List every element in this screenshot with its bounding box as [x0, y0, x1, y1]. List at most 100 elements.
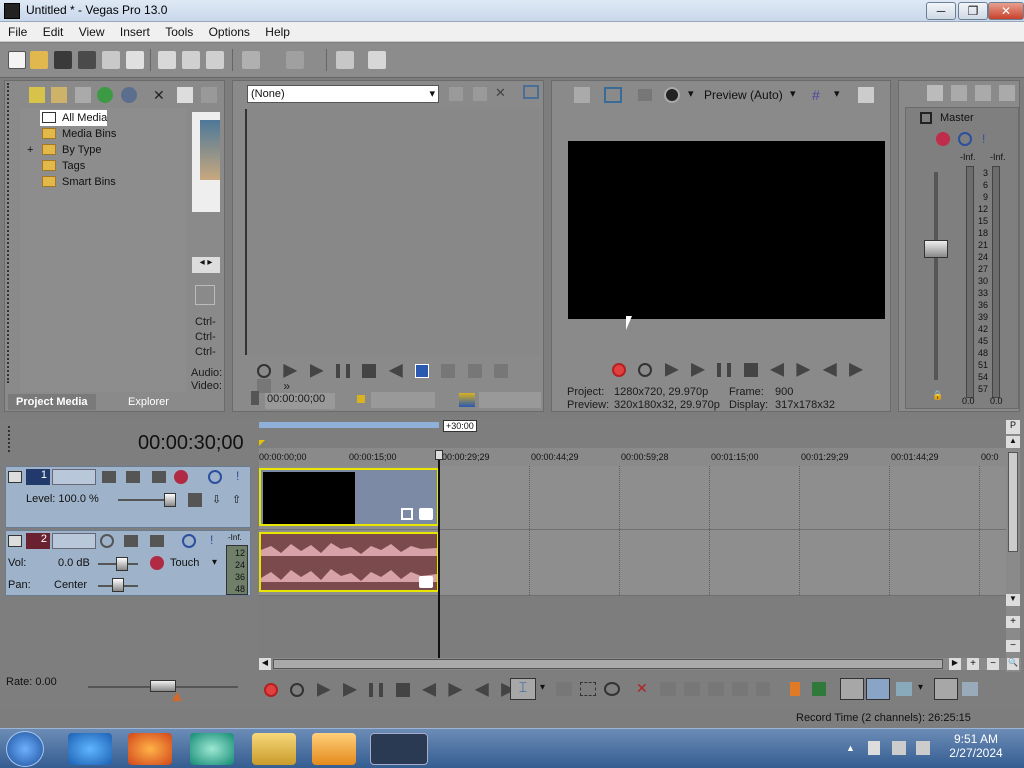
track-fx-icon[interactable]: [150, 556, 164, 570]
internet-explorer-icon[interactable]: [68, 733, 112, 765]
horizontal-scrollbar[interactable]: ◀ ▶ + − 🔍: [259, 658, 1021, 670]
stop-icon[interactable]: [395, 682, 410, 697]
delete-icon[interactable]: ✕: [636, 680, 648, 697]
mixer-properties-icon[interactable]: [927, 85, 943, 101]
trimmer-preset-dropdown[interactable]: (None) ▾: [247, 85, 439, 103]
edit-tool-icon[interactable]: [336, 51, 354, 69]
search-icon[interactable]: [121, 87, 137, 103]
pause-icon[interactable]: [369, 682, 384, 697]
track-fx-icon[interactable]: [174, 470, 188, 484]
go-to-start-icon[interactable]: [422, 682, 437, 697]
copy-snapshot-icon[interactable]: [858, 87, 874, 103]
composite-icon[interactable]: [188, 493, 202, 507]
lock-icon[interactable]: 🔒: [932, 390, 943, 401]
play-from-start-icon[interactable]: [283, 363, 298, 378]
start-button[interactable]: [6, 731, 44, 767]
composite-mode-icon[interactable]: [126, 471, 140, 483]
menu-help[interactable]: Help: [261, 22, 294, 40]
open-icon[interactable]: [30, 51, 48, 69]
mute-icon[interactable]: [958, 132, 972, 146]
undo-icon[interactable]: [242, 51, 260, 69]
network-icon[interactable]: [892, 741, 906, 755]
empty-timeline-area[interactable]: [259, 596, 1006, 658]
play-icon[interactable]: [343, 682, 358, 697]
scroll-left-icon[interactable]: ◀: [259, 658, 271, 670]
clear-icon[interactable]: ✕: [495, 85, 506, 101]
menu-insert[interactable]: Insert: [116, 22, 154, 40]
media-thumbnail-strip[interactable]: [192, 112, 220, 212]
menu-options[interactable]: Options: [205, 22, 254, 40]
play-icon[interactable]: [309, 363, 324, 378]
menu-edit[interactable]: Edit: [39, 22, 68, 40]
media-thumbnail[interactable]: [200, 120, 220, 180]
arrow-down-icon[interactable]: ⇩: [212, 493, 221, 506]
cut-icon[interactable]: [158, 51, 176, 69]
event-pan-crop-icon[interactable]: [401, 508, 413, 520]
zoom-in-vertical-icon[interactable]: +: [1006, 616, 1020, 628]
extract-audio-icon[interactable]: [75, 87, 91, 103]
scroll-down-icon[interactable]: ▼: [1006, 594, 1020, 606]
panel-grip[interactable]: [8, 426, 12, 452]
track-motion-icon[interactable]: [102, 471, 116, 483]
event-fx-icon[interactable]: [419, 576, 433, 588]
tree-item-smart-bins[interactable]: Smart Bins: [40, 174, 116, 190]
auto-crossfades-button[interactable]: [866, 678, 890, 700]
chevron-down-icon[interactable]: ▾: [790, 87, 796, 100]
loop-icon[interactable]: [290, 682, 305, 697]
preview-properties-icon[interactable]: [574, 87, 590, 103]
panel-grip[interactable]: [7, 83, 15, 383]
record-icon[interactable]: [612, 362, 626, 377]
capture-video-icon[interactable]: [51, 87, 67, 103]
lock-icon[interactable]: [756, 682, 770, 696]
ripple-edit-icon[interactable]: [896, 682, 912, 696]
file-explorer-icon[interactable]: [252, 733, 296, 765]
play-from-start-icon[interactable]: [664, 362, 679, 377]
vegas-pro-taskbar-icon[interactable]: [370, 733, 428, 765]
monitor-icon[interactable]: [523, 85, 539, 99]
record-icon[interactable]: [264, 682, 278, 697]
envelope-icon[interactable]: [150, 535, 164, 547]
video-track-lane[interactable]: [259, 466, 1006, 530]
maximize-button[interactable]: ❐: [958, 2, 988, 20]
previous-frame-icon[interactable]: [388, 363, 403, 378]
marker-flag-icon[interactable]: P: [1006, 420, 1020, 434]
media-properties-icon[interactable]: [177, 87, 193, 103]
next-frame-icon[interactable]: [849, 362, 864, 377]
pause-icon[interactable]: [717, 362, 732, 377]
pause-icon[interactable]: [336, 363, 351, 378]
import-media-icon[interactable]: [29, 87, 45, 103]
remove-icon[interactable]: ✕: [153, 87, 167, 103]
pan-slider-handle[interactable]: [112, 578, 124, 592]
video-track-header[interactable]: 1 ! Level: 100.0 % ⇩ ⇧: [5, 466, 251, 528]
tree-item-all-media[interactable]: All Media: [40, 110, 108, 126]
mute-icon[interactable]: [182, 534, 196, 548]
envelope-tool-icon[interactable]: [556, 682, 572, 696]
chat-app-icon[interactable]: [190, 733, 234, 765]
event-fx-icon[interactable]: [419, 508, 433, 520]
normal-edit-tool-button[interactable]: ⌶: [510, 678, 536, 700]
add-to-timeline-icon[interactable]: [449, 87, 463, 101]
add-to-timeline-button[interactable]: [415, 363, 430, 378]
play-icon[interactable]: [691, 362, 706, 377]
track-name-field[interactable]: [52, 533, 96, 549]
redo-icon[interactable]: [286, 51, 304, 69]
stop-icon[interactable]: [362, 363, 377, 378]
insert-region-icon[interactable]: [812, 682, 826, 696]
get-media-web-icon[interactable]: [97, 87, 113, 103]
external-monitor-icon[interactable]: [604, 87, 622, 103]
preview-screen[interactable]: [568, 141, 885, 319]
horizontal-scroll-thumb[interactable]: [273, 659, 943, 669]
audio-event[interactable]: [259, 532, 439, 592]
loop-icon[interactable]: [638, 362, 653, 377]
arrow-up-icon[interactable]: ⇧: [232, 493, 241, 506]
time-ruler[interactable]: 00:00:00;00 00:00:15;00 00:00:29;29 00:0…: [259, 448, 1006, 466]
trim-in-icon[interactable]: [441, 363, 456, 378]
master-fader-track[interactable]: [934, 172, 938, 380]
rate-slider-handle[interactable]: [150, 680, 176, 692]
zoom-out-vertical-icon[interactable]: −: [1006, 640, 1020, 652]
audio-track-header[interactable]: 2 ! Vol: 0.0 dB Touch ▾ Pan: Center -Inf…: [5, 530, 251, 596]
split-icon[interactable]: [732, 682, 748, 696]
thumbnail-scroll[interactable]: ◂ ▸: [192, 257, 220, 273]
chevron-down-icon[interactable]: ▾: [688, 87, 694, 100]
vertical-scroll-thumb[interactable]: [1008, 452, 1018, 552]
